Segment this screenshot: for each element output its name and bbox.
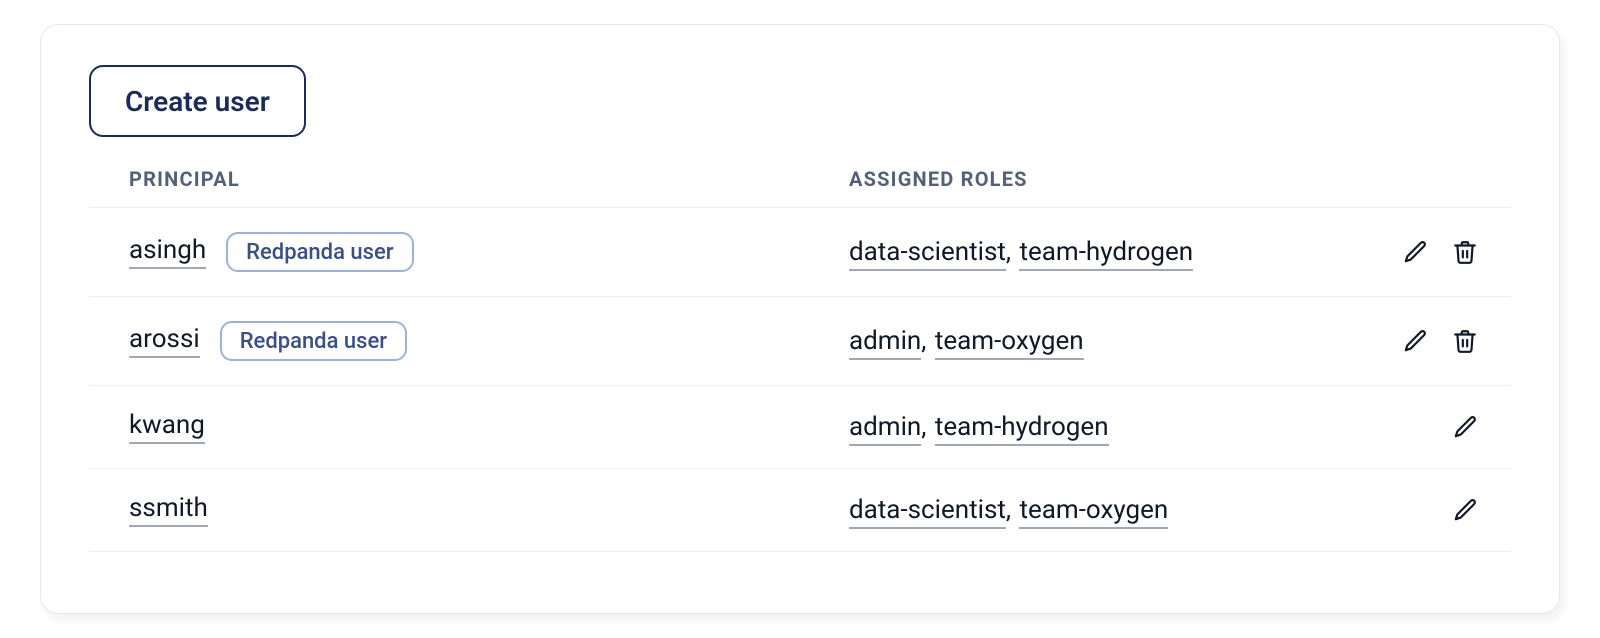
edit-icon[interactable] <box>1451 413 1479 441</box>
users-panel: Create user Principal Assigned Roles asi… <box>40 24 1560 614</box>
delete-icon[interactable] <box>1451 327 1479 355</box>
users-table: Principal Assigned Roles asingh Redpanda… <box>89 167 1511 552</box>
role-link[interactable]: data-scientist <box>849 237 1006 271</box>
table-row: asingh Redpanda user data-scientist, tea… <box>89 208 1511 297</box>
edit-icon[interactable] <box>1451 496 1479 524</box>
roles-cell: data-scientist, team-hydrogen <box>849 237 1369 267</box>
role-link[interactable]: data-scientist <box>849 495 1006 529</box>
role-link[interactable]: team-hydrogen <box>1019 237 1193 271</box>
roles-cell: data-scientist, team-oxygen <box>849 495 1369 525</box>
row-actions <box>1369 413 1479 441</box>
principal-link[interactable]: ssmith <box>129 493 208 527</box>
role-separator: , <box>1006 495 1018 525</box>
roles-cell: admin, team-hydrogen <box>849 412 1369 442</box>
principal-cell: asingh Redpanda user <box>129 232 849 272</box>
row-actions <box>1369 496 1479 524</box>
role-separator: , <box>921 326 933 356</box>
create-user-button[interactable]: Create user <box>89 65 306 137</box>
principal-link[interactable]: asingh <box>129 235 206 269</box>
edit-icon[interactable] <box>1401 238 1429 266</box>
row-actions <box>1369 238 1479 266</box>
user-type-tag: Redpanda user <box>226 232 413 272</box>
role-link[interactable]: team-hydrogen <box>935 412 1109 446</box>
column-header-principal: Principal <box>129 167 849 191</box>
principal-cell: arossi Redpanda user <box>129 321 849 361</box>
role-separator: , <box>1006 237 1018 267</box>
role-link[interactable]: team-oxygen <box>935 326 1084 360</box>
table-row: ssmith data-scientist, team-oxygen <box>89 469 1511 552</box>
role-link[interactable]: admin <box>849 412 921 446</box>
table-row: kwang admin, team-hydrogen <box>89 386 1511 469</box>
column-header-roles: Assigned Roles <box>849 167 1369 191</box>
principal-link[interactable]: kwang <box>129 410 205 444</box>
table-row: arossi Redpanda user admin, team-oxygen <box>89 297 1511 386</box>
role-link[interactable]: admin <box>849 326 921 360</box>
role-separator: , <box>921 412 933 442</box>
principal-link[interactable]: arossi <box>129 324 200 358</box>
principal-cell: kwang <box>129 410 849 444</box>
delete-icon[interactable] <box>1451 238 1479 266</box>
user-type-tag: Redpanda user <box>220 321 407 361</box>
table-header: Principal Assigned Roles <box>89 167 1511 208</box>
row-actions <box>1369 327 1479 355</box>
roles-cell: admin, team-oxygen <box>849 326 1369 356</box>
principal-cell: ssmith <box>129 493 849 527</box>
role-link[interactable]: team-oxygen <box>1019 495 1168 529</box>
edit-icon[interactable] <box>1401 327 1429 355</box>
